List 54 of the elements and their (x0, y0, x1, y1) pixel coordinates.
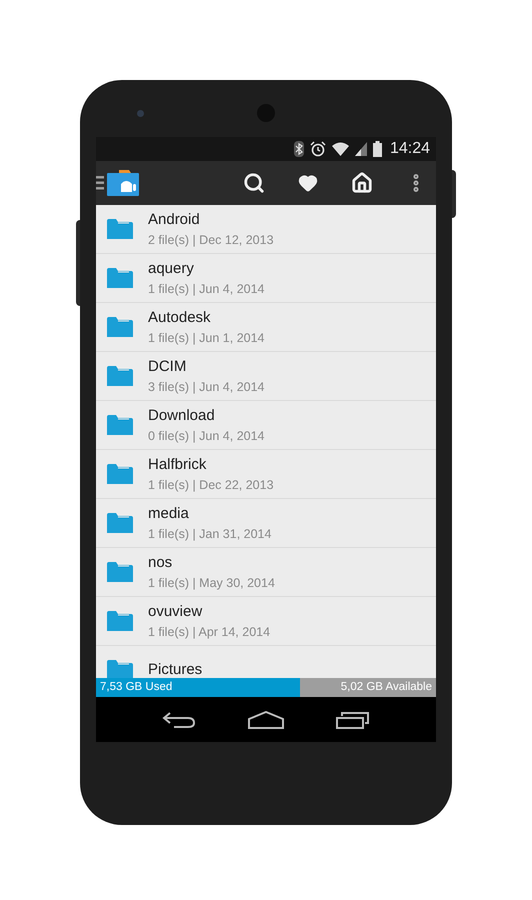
folder-icon (107, 414, 133, 436)
folder-row[interactable]: nos 1 file(s) | May 30, 2014 (96, 548, 436, 597)
search-icon[interactable] (243, 172, 265, 194)
side-button[interactable] (452, 170, 456, 218)
folder-name: Android (148, 210, 201, 228)
folder-row[interactable]: Android 2 file(s) | Dec 12, 2013 (96, 205, 436, 254)
folder-name: media (148, 504, 190, 522)
folder-icon (107, 463, 133, 485)
app-logo-icon[interactable] (107, 170, 139, 196)
folder-details: 1 file(s) | Apr 14, 2014 (148, 624, 270, 640)
folder-icon (107, 316, 133, 338)
folder-details: 2 file(s) | Dec 12, 2013 (148, 232, 274, 248)
folder-name: nos (148, 554, 174, 572)
folder-icon (107, 218, 133, 240)
folder-details: 1 file(s) | Dec 22, 2013 (148, 476, 274, 492)
folder-row[interactable]: DCIM 3 file(s) | Jun 4, 2014 (96, 352, 436, 401)
folder-icon (107, 365, 133, 387)
storage-used-text: 7,53 GB Used (99, 680, 172, 695)
folder-name: Halfbrick (148, 456, 208, 474)
folder-details: 0 file(s) | Jun 4, 2014 (148, 428, 265, 444)
bluetooth-icon (294, 141, 304, 157)
wifi-icon (332, 142, 349, 156)
folder-row[interactable]: ovuview 1 file(s) | Apr 14, 2014 (96, 597, 436, 646)
folder-row[interactable]: aquery 1 file(s) | Jun 4, 2014 (96, 254, 436, 303)
folder-name: Download (148, 406, 216, 424)
folder-icon (107, 610, 133, 632)
folder-icon (107, 512, 133, 534)
folder-details: 1 file(s) | Jun 1, 2014 (148, 330, 265, 346)
folder-name: aquery (148, 260, 195, 278)
menu-icon[interactable] (96, 175, 104, 191)
folder-row[interactable]: Download 0 file(s) | Jun 4, 2014 (96, 401, 436, 450)
folder-row[interactable]: Halfbrick 1 file(s) | Dec 22, 2013 (96, 450, 436, 499)
folder-details: 1 file(s) | Jun 4, 2014 (148, 280, 265, 296)
folder-icon (107, 267, 133, 289)
heart-icon[interactable] (298, 173, 318, 193)
folder-row[interactable]: media 1 file(s) | Jan 31, 2014 (96, 499, 436, 548)
battery-icon (372, 141, 382, 157)
alarm-icon (310, 141, 326, 157)
folder-icon (107, 561, 133, 583)
camera-lens (137, 110, 144, 117)
home-icon[interactable] (248, 710, 284, 728)
folder-name: Autodesk (148, 308, 212, 326)
folder-details: 1 file(s) | May 30, 2014 (148, 574, 275, 590)
folder-details: 1 file(s) | Jan 31, 2014 (148, 526, 272, 542)
clock-time: 14:24 (390, 139, 430, 159)
storage-available-text: 5,02 GB Available (340, 680, 433, 695)
folder-details: 3 file(s) | Jun 4, 2014 (148, 378, 265, 394)
recent-apps-icon[interactable] (336, 710, 370, 728)
folder-name: Pictures (148, 661, 202, 678)
folder-name: DCIM (148, 358, 188, 376)
folder-row[interactable]: Autodesk 1 file(s) | Jun 1, 2014 (96, 303, 436, 352)
folder-name: ovuview (148, 602, 204, 620)
signal-icon (354, 142, 367, 156)
back-icon[interactable] (162, 710, 196, 728)
